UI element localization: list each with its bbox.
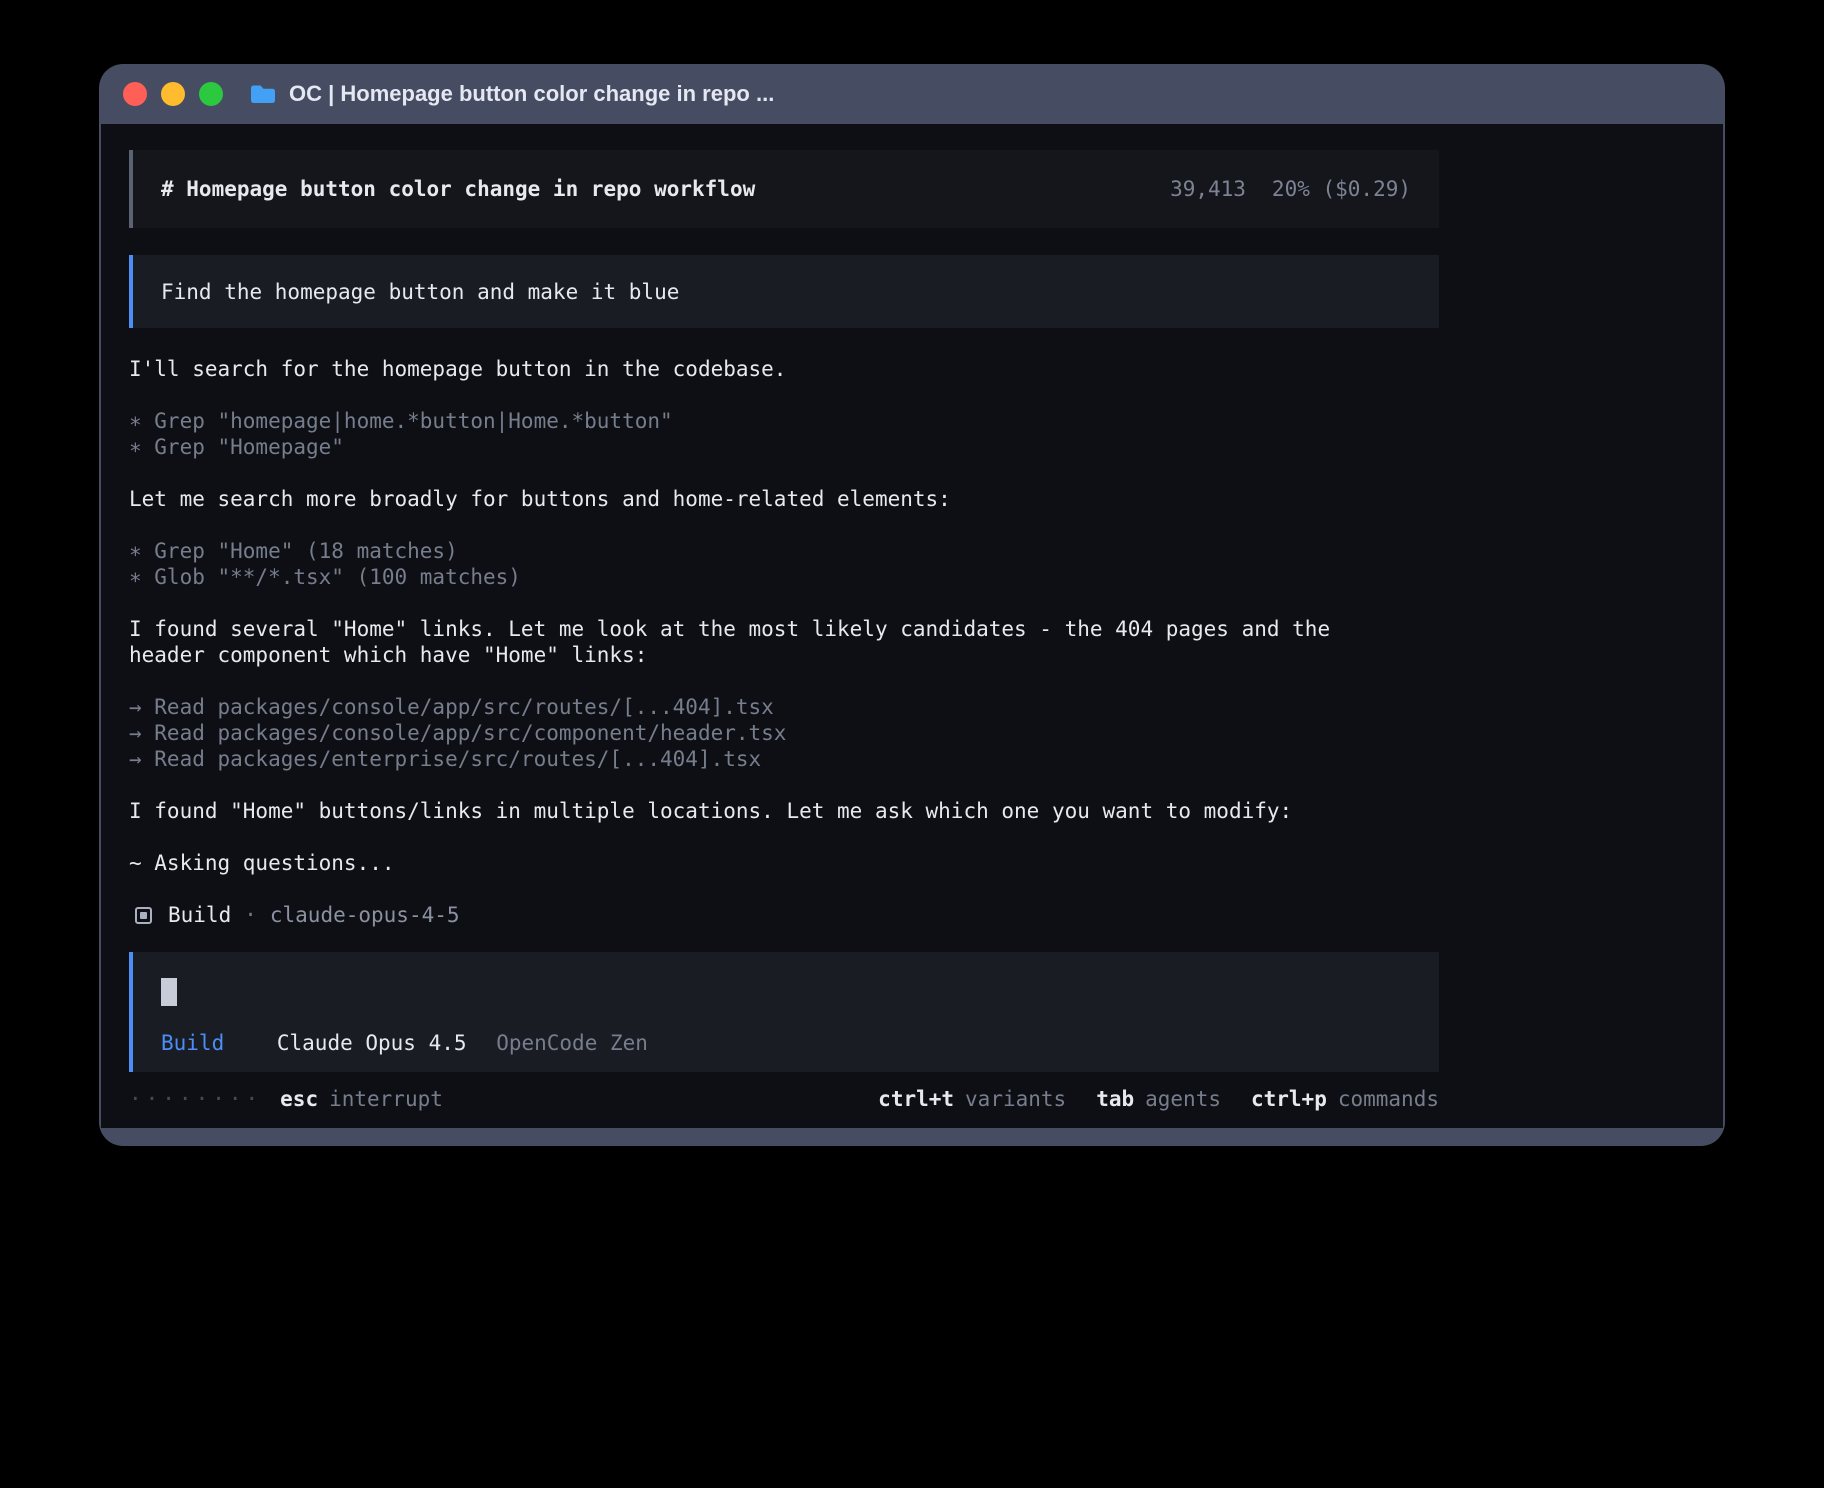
- mode-indicator[interactable]: Build: [161, 1031, 224, 1055]
- token-count: 39,413: [1170, 176, 1246, 202]
- terminal-screen: # Homepage button color change in repo w…: [101, 124, 1723, 1128]
- status-bar-left: ········ esc interrupt: [129, 1086, 443, 1112]
- session-content: # Homepage button color change in repo w…: [129, 150, 1439, 1112]
- assistant-paragraph: I'll search for the homepage button in t…: [129, 356, 1439, 382]
- tool-call-group: ∗ Grep "Home" (18 matches) ∗ Glob "**/*.…: [129, 538, 1439, 590]
- tool-call-grep: ∗ Grep "Home" (18 matches): [129, 538, 1439, 564]
- session-header: # Homepage button color change in repo w…: [129, 150, 1439, 228]
- assistant-text: I found several "Home" links. Let me loo…: [129, 616, 1439, 642]
- user-message: Find the homepage button and make it blu…: [129, 255, 1439, 328]
- close-button[interactable]: [123, 82, 147, 106]
- tool-call-read: → Read packages/console/app/src/routes/[…: [129, 694, 1439, 720]
- hint-agents: tab agents: [1096, 1086, 1221, 1112]
- asking-questions-status: ~ Asking questions...: [129, 850, 1439, 876]
- status-bar-right: ctrl+t variants tab agents ctrl+p commands: [848, 1086, 1439, 1112]
- hint-commands: ctrl+p commands: [1251, 1086, 1439, 1112]
- esc-hint: esc interrupt: [280, 1086, 443, 1112]
- commands-label: commands: [1338, 1087, 1439, 1111]
- tab-key: tab: [1096, 1087, 1134, 1111]
- input-meta: Build Claude Opus 4.5 OpenCode Zen: [161, 1030, 1411, 1056]
- status-bar: ········ esc interrupt ctrl+t variants tab…: [129, 1086, 1439, 1112]
- assistant-paragraph: I found "Home" buttons/links in multiple…: [129, 798, 1439, 824]
- user-message-text: Find the homepage button and make it blu…: [161, 280, 679, 304]
- terminal-window: OC | Homepage button color change in rep…: [99, 64, 1725, 1146]
- folder-icon: [249, 83, 277, 105]
- assistant-status: ~ Asking questions...: [129, 850, 1439, 876]
- separator-dot-icon: ·: [244, 902, 257, 928]
- provider-indicator: OpenCode Zen: [496, 1031, 648, 1055]
- titlebar: OC | Homepage button color change in rep…: [99, 64, 1725, 124]
- window-title-text: OC | Homepage button color change in rep…: [289, 81, 774, 107]
- tool-call-grep: ∗ Grep "homepage|home.*button|Home.*butt…: [129, 408, 1439, 434]
- agent-name: Build: [168, 902, 231, 928]
- text-cursor-icon: [161, 978, 177, 1006]
- window-title: OC | Homepage button color change in rep…: [249, 81, 774, 107]
- spinner-dots-icon: ········: [129, 1086, 262, 1112]
- ctrl-p-key: ctrl+p: [1251, 1087, 1327, 1111]
- hint-variants: ctrl+t variants: [878, 1086, 1066, 1112]
- tool-call-glob: ∗ Glob "**/*.tsx" (100 matches): [129, 564, 1439, 590]
- tool-call-group: ∗ Grep "homepage|home.*button|Home.*butt…: [129, 408, 1439, 460]
- prompt-input[interactable]: Build Claude Opus 4.5 OpenCode Zen: [129, 952, 1439, 1072]
- variants-label: variants: [965, 1087, 1066, 1111]
- ctrl-t-key: ctrl+t: [878, 1087, 954, 1111]
- tool-call-grep: ∗ Grep "Homepage": [129, 434, 1439, 460]
- agent-status-row: Build · claude-opus-4-5: [129, 902, 1439, 928]
- assistant-paragraph: I found several "Home" links. Let me loo…: [129, 616, 1439, 668]
- assistant-text: I'll search for the homepage button in t…: [129, 356, 1439, 382]
- session-title: # Homepage button color change in repo w…: [161, 176, 755, 202]
- agent-model: claude-opus-4-5: [270, 902, 460, 928]
- model-indicator: Claude Opus 4.5: [277, 1031, 467, 1055]
- minimize-button[interactable]: [161, 82, 185, 106]
- assistant-text: I found "Home" buttons/links in multiple…: [129, 798, 1439, 824]
- agent-build-icon: [135, 907, 152, 924]
- tool-call-group: → Read packages/console/app/src/routes/[…: [129, 694, 1439, 772]
- esc-label: interrupt: [329, 1087, 443, 1111]
- zoom-button[interactable]: [199, 82, 223, 106]
- context-cost: 20% ($0.29): [1272, 176, 1411, 202]
- esc-key: esc: [280, 1087, 318, 1111]
- traffic-lights: [123, 82, 223, 106]
- assistant-text: Let me search more broadly for buttons a…: [129, 486, 1439, 512]
- assistant-paragraph: Let me search more broadly for buttons a…: [129, 486, 1439, 512]
- tool-call-read: → Read packages/console/app/src/componen…: [129, 720, 1439, 746]
- tool-call-read: → Read packages/enterprise/src/routes/[.…: [129, 746, 1439, 772]
- session-stats: 39,413 20% ($0.29): [1170, 176, 1411, 202]
- agents-label: agents: [1145, 1087, 1221, 1111]
- assistant-text: header component which have "Home" links…: [129, 642, 1439, 668]
